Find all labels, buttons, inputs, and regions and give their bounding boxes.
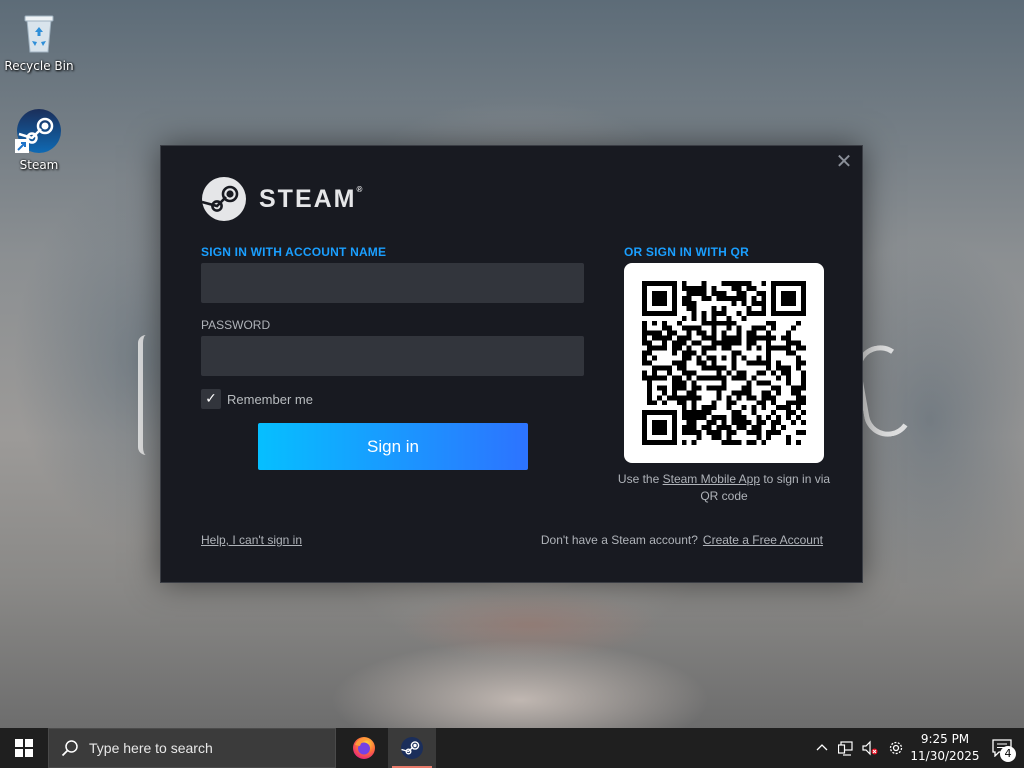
search-icon	[61, 740, 78, 757]
windows-logo-icon	[15, 739, 33, 757]
taskbar-search[interactable]: Type here to search	[48, 728, 336, 768]
steam-mobile-app-link[interactable]: Steam Mobile App	[663, 472, 760, 486]
create-account-link[interactable]: Create a Free Account	[703, 533, 823, 547]
desktop-icon-label: Steam	[19, 158, 59, 172]
sign-in-button[interactable]: Sign in	[258, 423, 528, 470]
password-label: PASSWORD	[201, 318, 271, 332]
wallpaper-scrawl-left	[138, 335, 154, 455]
qr-code	[624, 263, 824, 463]
recycle-bin-icon	[15, 8, 63, 56]
network-icon[interactable]	[834, 728, 858, 768]
qr-section-title: OR SIGN IN WITH QR	[624, 245, 749, 259]
account-section-title: SIGN IN WITH ACCOUNT NAME	[201, 245, 387, 259]
remember-me-checkbox[interactable]: ✓	[201, 389, 221, 409]
taskbar-app-steam[interactable]	[388, 728, 436, 768]
start-button[interactable]	[0, 728, 48, 768]
notification-count-badge: 4	[1000, 746, 1016, 762]
taskbar-app-firefox[interactable]	[340, 728, 388, 768]
clock-time: 9:25 PM	[920, 732, 970, 746]
qr-caption: Use the Steam Mobile App to sign in via …	[617, 472, 831, 503]
qr-code-image	[642, 281, 806, 445]
desktop-icon-steam[interactable]: Steam	[1, 107, 77, 172]
steam-icon	[15, 107, 63, 155]
steam-icon	[401, 737, 423, 759]
volume-muted-icon[interactable]	[858, 728, 882, 768]
steam-wordmark: STEAM®	[259, 184, 363, 213]
wallpaper-chin	[330, 640, 710, 728]
chevron-up-icon[interactable]	[810, 728, 834, 768]
steam-login-dialog: ✕ STEAM® SIGN IN WITH ACCOUNT NAME PASSW…	[160, 145, 863, 583]
desktop-icon-recycle-bin[interactable]: Recycle Bin	[1, 8, 77, 73]
remember-me-label: Remember me	[227, 391, 313, 407]
clock-date: 11/30/2025	[910, 749, 980, 763]
taskbar-clock[interactable]: 9:25 PM 11/30/2025	[910, 731, 980, 765]
settings-icon[interactable]	[882, 728, 910, 768]
close-icon[interactable]: ✕	[834, 151, 854, 172]
system-tray: 9:25 PM 11/30/2025 4	[810, 728, 1024, 768]
notification-center-button[interactable]: 4	[980, 728, 1024, 768]
taskbar: Type here to search 9:25 PM 11/30/2025 4	[0, 728, 1024, 768]
steam-logo: STEAM®	[201, 176, 362, 222]
no-account-text: Don't have a Steam account?	[540, 533, 698, 547]
help-link[interactable]: Help, I can't sign in	[201, 533, 302, 547]
desktop-icon-label: Recycle Bin	[4, 59, 74, 73]
create-account-row: Don't have a Steam account? Create a Free…	[541, 533, 823, 547]
search-placeholder: Type here to search	[89, 740, 213, 756]
password-input[interactable]	[201, 336, 584, 376]
steam-logo-icon	[201, 177, 246, 221]
account-name-input[interactable]	[201, 263, 584, 303]
remember-me-row[interactable]: ✓ Remember me	[201, 389, 313, 409]
firefox-icon	[353, 737, 375, 759]
